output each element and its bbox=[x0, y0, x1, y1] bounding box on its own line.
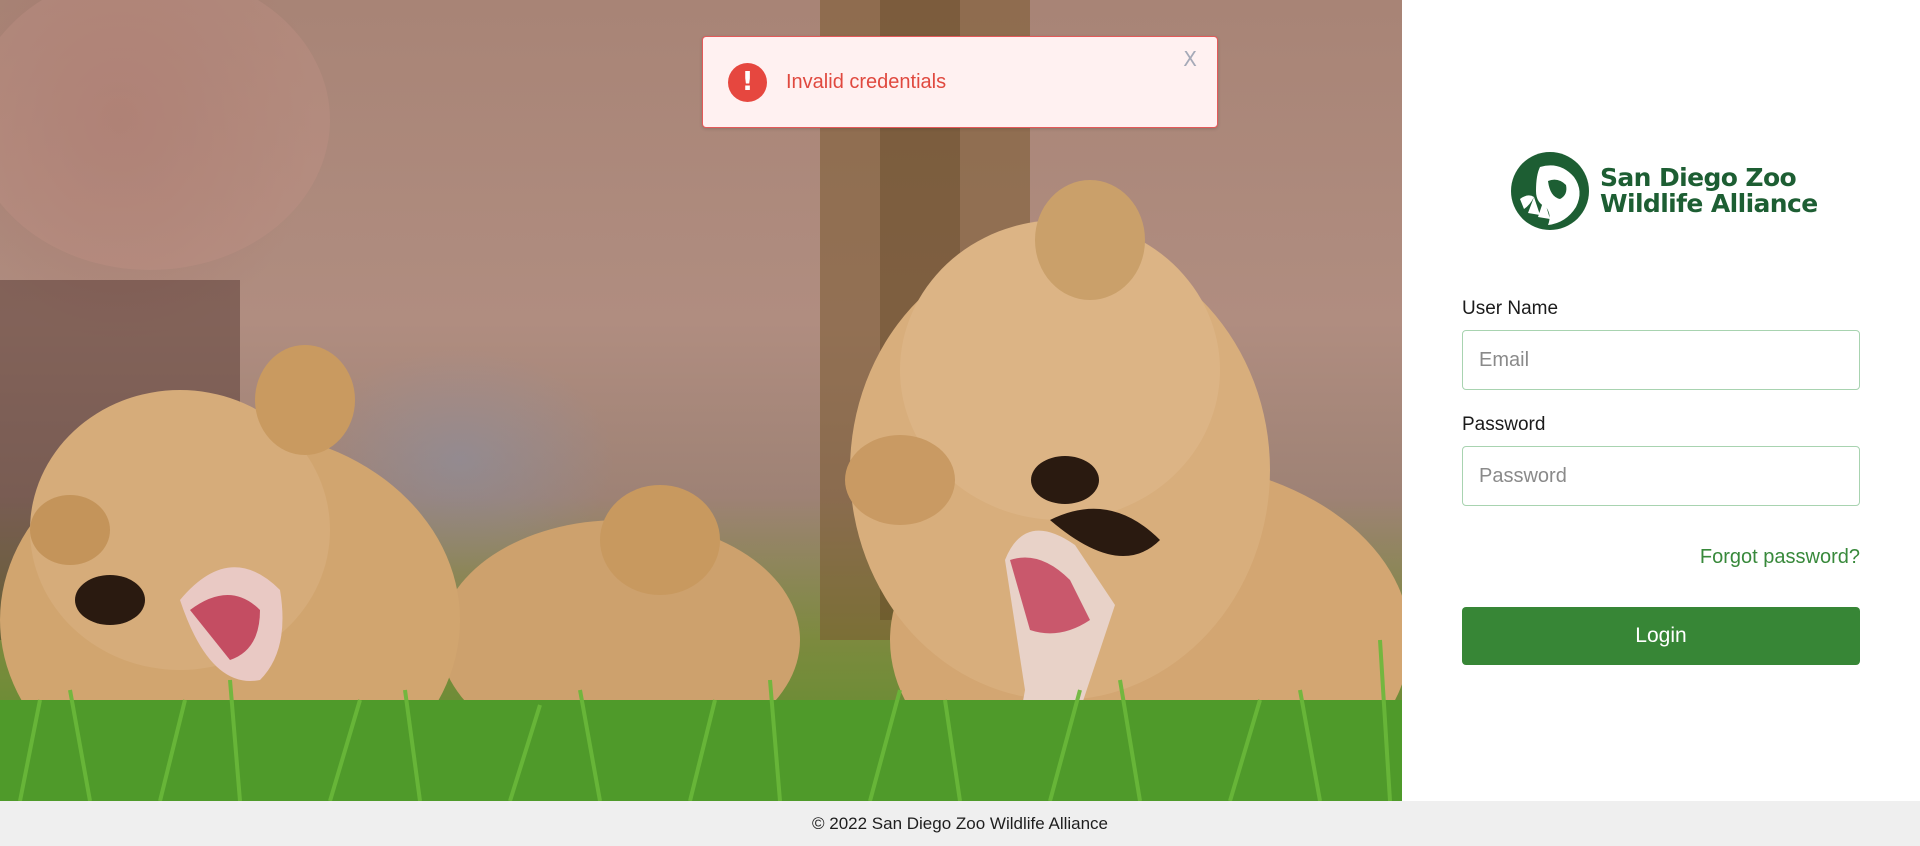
forgot-password-link[interactable]: Forgot password? bbox=[1462, 546, 1860, 569]
copyright-text: © 2022 San Diego Zoo Wildlife Alliance bbox=[811, 813, 1109, 833]
login-form: User Name Password Forgot password? Logi… bbox=[1462, 298, 1860, 665]
login-button[interactable]: Login bbox=[1462, 607, 1860, 665]
exclamation-icon: ! bbox=[728, 62, 767, 102]
footer: © 2022 San Diego Zoo Wildlife Alliance bbox=[0, 801, 1920, 846]
password-field[interactable] bbox=[1462, 446, 1860, 506]
password-group: Password bbox=[1462, 414, 1860, 506]
close-alert-button[interactable]: X bbox=[1183, 47, 1197, 71]
password-label: Password bbox=[1462, 414, 1546, 435]
login-page: ! Invalid credentials X San Diego Zoo Wi… bbox=[0, 0, 1920, 846]
logo-line-2: Wildlife Alliance bbox=[1600, 189, 1818, 218]
username-field[interactable] bbox=[1462, 330, 1860, 390]
lion-logo-icon bbox=[1511, 152, 1589, 230]
logo-wordmark: San Diego Zoo Wildlife Alliance bbox=[1600, 165, 1818, 217]
username-label: User Name bbox=[1462, 298, 1559, 319]
error-alert: ! Invalid credentials X bbox=[702, 36, 1218, 128]
alert-message: Invalid credentials bbox=[786, 70, 947, 93]
login-panel: San Diego Zoo Wildlife Alliance User Nam… bbox=[1402, 0, 1920, 801]
brand-logo: San Diego Zoo Wildlife Alliance bbox=[1510, 150, 1818, 232]
logo-line-1: San Diego Zoo bbox=[1600, 163, 1797, 192]
